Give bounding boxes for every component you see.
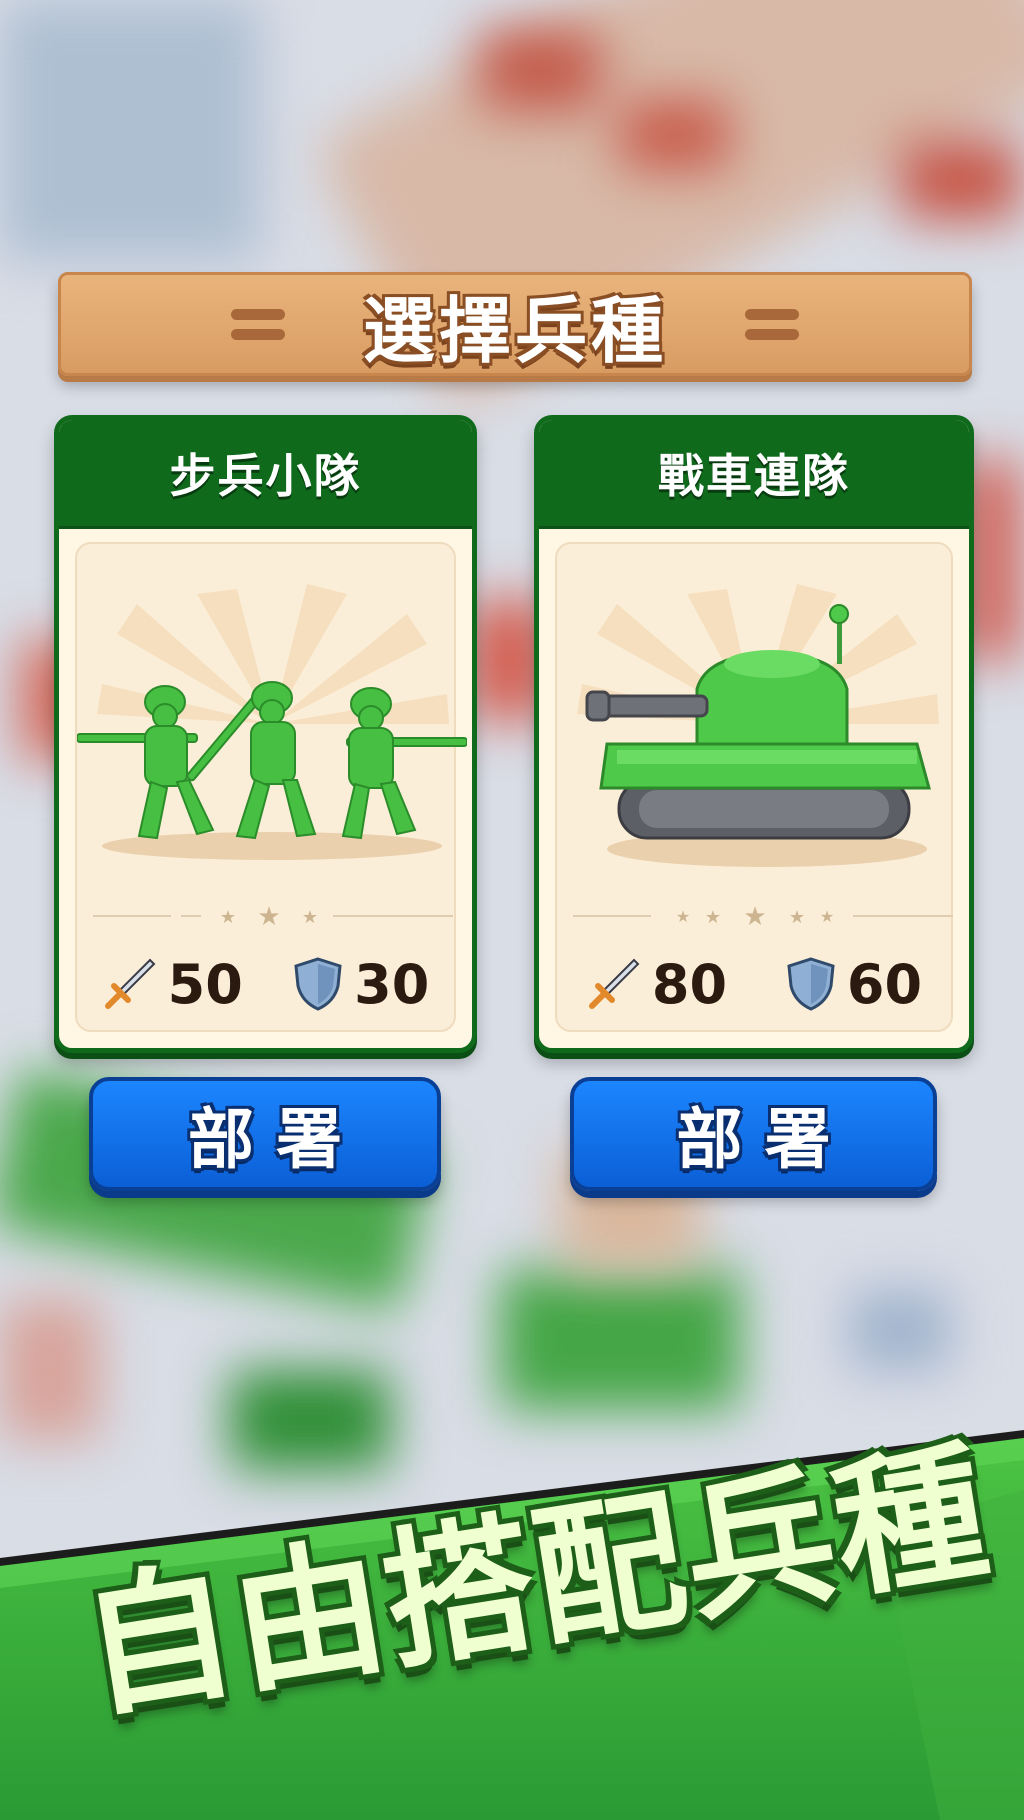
attack-stat: 80 bbox=[586, 953, 727, 1016]
defense-stat: 30 bbox=[292, 953, 429, 1016]
attack-stat: 50 bbox=[102, 953, 243, 1016]
unit-card-header: 戰車連隊 bbox=[539, 420, 969, 529]
shield-icon bbox=[787, 957, 835, 1011]
shield-icon bbox=[294, 957, 342, 1011]
banner-decoration-left bbox=[231, 309, 285, 343]
deploy-button-label: 部署 bbox=[676, 1101, 853, 1178]
deploy-infantry-button[interactable]: 部署 bbox=[89, 1077, 441, 1191]
svg-text:★: ★ bbox=[220, 907, 236, 928]
attack-value: 50 bbox=[167, 952, 243, 1016]
svg-text:★: ★ bbox=[820, 907, 834, 926]
unit-card-tank[interactable]: 戰車連隊 ★ ★ ★ ★ ★ 80 60 bbox=[534, 415, 974, 1053]
svg-text:★: ★ bbox=[789, 907, 805, 928]
svg-text:★: ★ bbox=[705, 907, 721, 928]
title-banner: 選擇兵種 bbox=[58, 272, 972, 376]
infantry-soldiers-icon bbox=[77, 584, 467, 860]
svg-text:★: ★ bbox=[302, 907, 318, 928]
unit-card-infantry[interactable]: 步兵小隊 ★ ★ ★ 50 30 bbox=[54, 415, 477, 1053]
deploy-tank-button[interactable]: 部署 bbox=[570, 1077, 937, 1191]
rarity-stars: ★ ★ ★ ★ ★ bbox=[573, 904, 953, 928]
attack-value: 80 bbox=[651, 952, 728, 1016]
sword-icon bbox=[104, 958, 156, 1009]
sword-icon bbox=[588, 958, 640, 1009]
rarity-stars: ★ ★ ★ bbox=[93, 904, 453, 928]
unit-name: 戰車連隊 bbox=[658, 449, 850, 503]
defense-value: 30 bbox=[354, 952, 430, 1016]
banner-decoration-right bbox=[745, 309, 799, 343]
page-title: 選擇兵種 bbox=[362, 288, 667, 373]
deploy-button-label: 部署 bbox=[188, 1101, 364, 1178]
svg-text:★: ★ bbox=[676, 907, 690, 926]
svg-text:★: ★ bbox=[257, 904, 280, 928]
defense-stat: 60 bbox=[785, 953, 922, 1016]
svg-text:★: ★ bbox=[743, 904, 766, 928]
unit-card-header: 步兵小隊 bbox=[59, 420, 472, 529]
unit-name: 步兵小隊 bbox=[169, 449, 362, 503]
defense-value: 60 bbox=[846, 952, 923, 1016]
tank-icon bbox=[577, 584, 939, 867]
